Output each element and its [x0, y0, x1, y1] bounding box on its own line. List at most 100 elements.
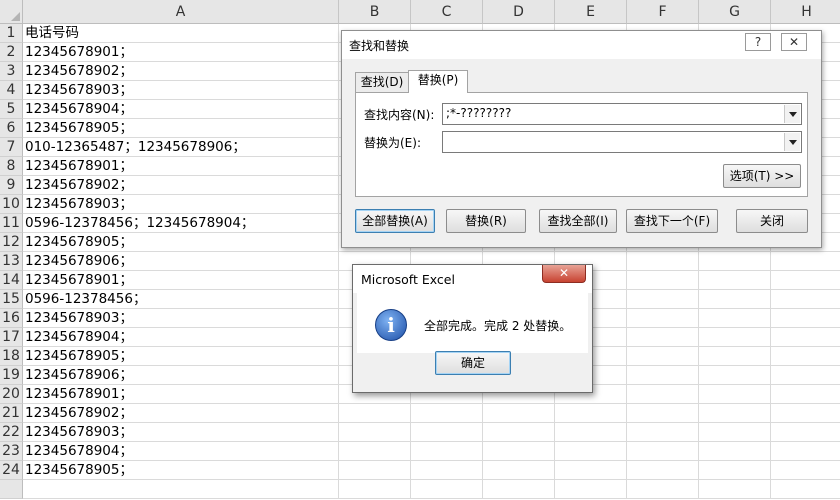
cell-a[interactable]: 12345678906；: [23, 252, 339, 271]
row-header[interactable]: 2: [0, 43, 23, 62]
row-header[interactable]: 1: [0, 24, 23, 43]
cell[interactable]: [411, 461, 483, 480]
cell[interactable]: [699, 347, 771, 366]
help-icon[interactable]: ?: [745, 33, 771, 51]
cell[interactable]: [627, 309, 699, 328]
cell[interactable]: [771, 252, 840, 271]
cell[interactable]: [771, 290, 840, 309]
row-header[interactable]: 9: [0, 176, 23, 195]
cell[interactable]: [555, 480, 627, 499]
cell[interactable]: [483, 423, 555, 442]
cell-a[interactable]: 12345678905；: [23, 119, 339, 138]
cell-a[interactable]: 12345678902；: [23, 62, 339, 81]
cell[interactable]: [339, 423, 411, 442]
column-header-h[interactable]: H: [771, 0, 840, 24]
cell[interactable]: [699, 442, 771, 461]
cell[interactable]: [627, 385, 699, 404]
find-next-button[interactable]: 查找下一个(F): [626, 209, 718, 233]
cell-a[interactable]: 12345678901；: [23, 157, 339, 176]
cell[interactable]: [555, 423, 627, 442]
cell[interactable]: [771, 271, 840, 290]
cell[interactable]: [411, 404, 483, 423]
column-header-a[interactable]: A: [23, 0, 339, 24]
row-header[interactable]: 24: [0, 461, 23, 480]
cell-a[interactable]: 12345678904；: [23, 328, 339, 347]
row-header[interactable]: 19: [0, 366, 23, 385]
row-header[interactable]: 12: [0, 233, 23, 252]
cell[interactable]: [627, 404, 699, 423]
cell-a[interactable]: 12345678903；: [23, 195, 339, 214]
column-header-e[interactable]: E: [555, 0, 627, 24]
cell[interactable]: [699, 423, 771, 442]
cell[interactable]: [771, 423, 840, 442]
cell[interactable]: [771, 442, 840, 461]
cell[interactable]: [483, 480, 555, 499]
cell[interactable]: [411, 442, 483, 461]
select-all-corner[interactable]: [0, 0, 23, 24]
cell-a[interactable]: 12345678905；: [23, 461, 339, 480]
replace-with-input[interactable]: [442, 131, 802, 153]
cell[interactable]: [699, 461, 771, 480]
cell[interactable]: [771, 347, 840, 366]
ok-button[interactable]: 确定: [435, 351, 511, 375]
cell[interactable]: [627, 480, 699, 499]
cell-a[interactable]: 12345678903；: [23, 309, 339, 328]
cell[interactable]: [627, 461, 699, 480]
cell[interactable]: [627, 271, 699, 290]
cell-a[interactable]: 12345678901；: [23, 385, 339, 404]
tab-find[interactable]: 查找(D): [355, 72, 409, 92]
cell[interactable]: [699, 366, 771, 385]
cell[interactable]: [339, 461, 411, 480]
cell-a[interactable]: 12345678903；: [23, 423, 339, 442]
row-header[interactable]: 17: [0, 328, 23, 347]
cell-a[interactable]: 12345678902；: [23, 404, 339, 423]
cell-a[interactable]: 电话号码: [23, 24, 339, 43]
cell[interactable]: [339, 404, 411, 423]
cell[interactable]: [699, 271, 771, 290]
row-header[interactable]: 8: [0, 157, 23, 176]
cell[interactable]: [627, 290, 699, 309]
column-header-d[interactable]: D: [483, 0, 555, 24]
cell-a[interactable]: 12345678901；: [23, 271, 339, 290]
cell[interactable]: [627, 442, 699, 461]
cell[interactable]: [771, 480, 840, 499]
cell-a[interactable]: 12345678903；: [23, 81, 339, 100]
cell-a[interactable]: 12345678904；: [23, 100, 339, 119]
cell-a[interactable]: 0596-12378456；12345678904；: [23, 214, 339, 233]
column-header-f[interactable]: F: [627, 0, 699, 24]
row-header[interactable]: 6: [0, 119, 23, 138]
row-header[interactable]: 15: [0, 290, 23, 309]
cell[interactable]: [627, 328, 699, 347]
cell[interactable]: [627, 423, 699, 442]
close-icon[interactable]: ✕: [542, 265, 586, 283]
cell[interactable]: [699, 309, 771, 328]
row-header[interactable]: 10: [0, 195, 23, 214]
options-button[interactable]: 选项(T) >>: [723, 164, 801, 188]
cell-a[interactable]: 010-12365487；12345678906；: [23, 138, 339, 157]
cell[interactable]: [627, 252, 699, 271]
cell[interactable]: [411, 423, 483, 442]
cell[interactable]: [699, 480, 771, 499]
row-header[interactable]: 13: [0, 252, 23, 271]
replace-button[interactable]: 替换(R): [446, 209, 526, 233]
row-header[interactable]: 14: [0, 271, 23, 290]
cell[interactable]: [699, 404, 771, 423]
row-header[interactable]: 20: [0, 385, 23, 404]
cell[interactable]: [771, 461, 840, 480]
chevron-down-icon[interactable]: [784, 105, 800, 123]
row-header[interactable]: 5: [0, 100, 23, 119]
close-button[interactable]: 关闭: [736, 209, 808, 233]
cell[interactable]: [627, 347, 699, 366]
cell[interactable]: [627, 366, 699, 385]
row-header[interactable]: 3: [0, 62, 23, 81]
cell[interactable]: [483, 404, 555, 423]
cell[interactable]: [699, 385, 771, 404]
cell[interactable]: [771, 404, 840, 423]
row-header[interactable]: 18: [0, 347, 23, 366]
cell-a[interactable]: 12345678902；: [23, 176, 339, 195]
column-header-c[interactable]: C: [411, 0, 483, 24]
row-header[interactable]: 23: [0, 442, 23, 461]
cell[interactable]: [339, 480, 411, 499]
cell[interactable]: [771, 328, 840, 347]
replace-all-button[interactable]: 全部替换(A): [355, 209, 435, 233]
